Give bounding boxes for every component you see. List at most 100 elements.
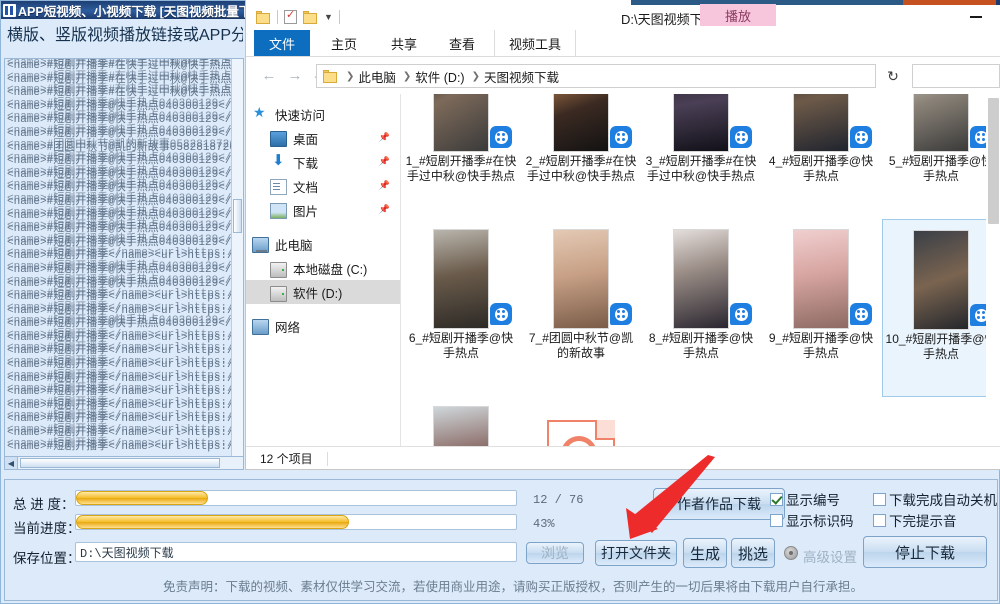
file-item[interactable]: 11_#短剧开播季@快手热点 [402, 396, 520, 446]
file-grid-scrollbar[interactable] [986, 94, 1000, 446]
total-progress-fill [76, 491, 208, 505]
hscroll-thumb[interactable] [20, 458, 220, 468]
checkbox-box [770, 513, 783, 527]
browse-button[interactable]: 浏览 [526, 542, 584, 564]
file-item[interactable]: 2_#短剧开播季#在快手过中秋@快手热点 [522, 94, 640, 220]
breadcrumb-item-folder[interactable]: 天图视频下载 [484, 67, 559, 86]
sidebar-item-6[interactable]: 本地磁盘 (C:) [246, 256, 400, 280]
sidebar-item-label: 文档 [293, 180, 319, 195]
save-location-label: 保存位置： [13, 551, 81, 566]
pin-icon[interactable]: 📌 [379, 180, 390, 191]
current-progress-bar [75, 514, 517, 530]
downloader-subtitle: 横版、竖版视频播放链接或APP分享 [7, 27, 243, 44]
current-progress-label: 当前进度： [13, 521, 81, 536]
quick-access-toolbar[interactable]: ▼ [256, 6, 340, 28]
app-icon [3, 3, 16, 17]
pictures-icon [270, 203, 287, 219]
url-list-vertical-scrollbar[interactable] [231, 59, 243, 465]
author-download-button[interactable]: 作者作品下载 [653, 488, 785, 520]
file-grid-scrollbar-thumb[interactable] [988, 98, 999, 224]
status-divider [326, 451, 328, 466]
navigation-pane: 快速访问桌面 📌 下载 📌 文档 📌 图片 📌 此电脑本地磁盘 (C:) 软件 (D:) 网络 [246, 94, 401, 446]
file-thumbnail-wrap [882, 94, 1000, 152]
pin-icon[interactable]: 📌 [379, 204, 390, 215]
explorer-body: 快速访问桌面 📌 下载 📌 文档 📌 图片 📌 此电脑本地磁盘 (C:) 软件 (D:) 网络 1_… [246, 94, 1000, 446]
address-bar[interactable]: ❯ 此电脑 ❯ 软件 (D:) ❯ 天图视频下载 [316, 64, 876, 88]
sidebar-item-1[interactable]: 桌面 📌 [246, 126, 400, 150]
sidebar-item-3[interactable]: 文档 📌 [246, 174, 400, 198]
pin-icon[interactable]: 📌 [379, 156, 390, 167]
url-list-horizontal-scrollbar[interactable]: ◀ [4, 456, 244, 470]
tab-file[interactable]: 文件 [254, 30, 310, 56]
sidebar-item-0[interactable]: 快速访问 [246, 102, 400, 126]
sidebar-item-2[interactable]: 下载 📌 [246, 150, 400, 174]
video-thumbnail [553, 94, 609, 152]
file-item[interactable]: 1_#短剧开播季#在快手过中秋@快手热点 [402, 94, 520, 220]
tab-share[interactable]: 共享 [376, 30, 432, 56]
sidebar-item-8[interactable]: 网络 [246, 314, 400, 338]
checkbox-shutdown-on-finish[interactable]: 下载完成自动关机 [873, 489, 997, 509]
tab-home[interactable]: 主页 [316, 30, 372, 56]
advanced-settings-label[interactable]: 高级设置 [803, 546, 857, 566]
screen-root: APP短视频、小视频下载 [天图视频批量下 横版、竖版视频播放链接或APP分享 … [0, 0, 1000, 604]
scroll-left-icon[interactable]: ◀ [5, 457, 18, 469]
sidebar-item-7[interactable]: 软件 (D:) [246, 280, 400, 304]
sidebar-item-5[interactable]: 此电脑 [246, 232, 400, 256]
toolbar-divider [338, 10, 340, 24]
file-grid[interactable]: 1_#短剧开播季#在快手过中秋@快手热点 2_#短剧开播季#在快手过中秋@快手热点… [402, 94, 1000, 446]
video-thumbnail [553, 229, 609, 329]
properties-icon[interactable] [284, 8, 297, 24]
new-folder-icon[interactable] [303, 10, 318, 24]
file-item[interactable]: 6_#短剧开播季@快手热点 [402, 219, 520, 397]
total-progress-bar [75, 490, 517, 506]
video-thumbnail [433, 94, 489, 152]
sidebar-item-4[interactable]: 图片 📌 [246, 198, 400, 222]
forward-button[interactable]: → [282, 62, 308, 88]
save-location-input[interactable]: D:\天图视频下载 [75, 542, 517, 562]
disclaimer-text: 免责声明：下载的视频、素材仅供学习交流，若使用商业用途，请购买正版授权，否则产生… [163, 580, 864, 594]
refresh-icon[interactable]: ↻ [880, 64, 906, 88]
open-folder-button-label: 打开文件夹 [601, 545, 671, 561]
chevron-down-icon[interactable]: ▼ [324, 12, 333, 22]
file-item[interactable]: MP412_#短剧开播季@快手热点 [522, 396, 640, 446]
video-player-badge-icon [490, 303, 512, 325]
stop-download-button[interactable]: 停止下载 [863, 536, 987, 568]
video-thumbnail [793, 229, 849, 329]
minimize-button[interactable] [970, 16, 982, 18]
tab-view[interactable]: 查看 [434, 30, 490, 56]
open-folder-button[interactable]: 打开文件夹 [595, 540, 677, 566]
scrollbar-thumb[interactable] [233, 199, 242, 233]
file-item[interactable]: 5_#短剧开播季@快手热点 [882, 94, 1000, 220]
checkbox-show-id[interactable]: 显示标识码 [770, 510, 854, 530]
generate-button[interactable]: 生成 [683, 538, 727, 568]
video-player-badge-icon [610, 303, 632, 325]
pin-icon[interactable]: 📌 [379, 132, 390, 143]
video-thumbnail [913, 230, 969, 330]
checkbox-finish-sound[interactable]: 下完提示音 [873, 510, 957, 530]
generate-button-label: 生成 [689, 545, 720, 563]
file-item[interactable]: 10_#短剧开播季@快手热点 [882, 219, 1000, 397]
back-button[interactable]: ← [256, 62, 282, 88]
file-item[interactable]: 8_#短剧开播季@快手热点 [642, 219, 760, 397]
breadcrumb-item-this-pc[interactable]: 此电脑 [358, 67, 396, 86]
toolbar-divider [277, 10, 278, 24]
browse-button-label: 浏览 [541, 545, 569, 561]
checkbox-show-number[interactable]: 显示编号 [770, 489, 840, 509]
search-input[interactable] [912, 64, 1000, 88]
url-list[interactable]: <name>#短剧开播季#在快手过中秋@快手热点0 <name>#短剧开播季#在快… [4, 58, 244, 466]
file-item[interactable]: 7_#团圆中秋节@凯的新故事 [522, 219, 640, 397]
tab-video-tools[interactable]: 视频工具 [494, 30, 576, 56]
file-item[interactable]: 3_#短剧开播季#在快手过中秋@快手热点 [642, 94, 760, 220]
url-list-row[interactable]: <name>#短剧开播季</name><url>https://li <name>… [7, 438, 243, 455]
file-item[interactable]: 4_#短剧开播季@快手热点 [762, 94, 880, 220]
checkbox-box [873, 513, 886, 527]
folder-icon[interactable] [256, 10, 271, 24]
sidebar-item-label: 快速访问 [275, 108, 326, 123]
video-player-badge-icon [730, 303, 752, 325]
breadcrumb-item-drive[interactable]: 软件 (D:) [415, 67, 464, 86]
file-thumbnail-wrap [642, 94, 760, 152]
file-item[interactable]: 9_#短剧开播季@快手热点 [762, 219, 880, 397]
contextual-tab-play[interactable]: 播放 [700, 4, 776, 26]
pick-button[interactable]: 挑选 [731, 538, 775, 568]
gear-icon [784, 546, 798, 560]
